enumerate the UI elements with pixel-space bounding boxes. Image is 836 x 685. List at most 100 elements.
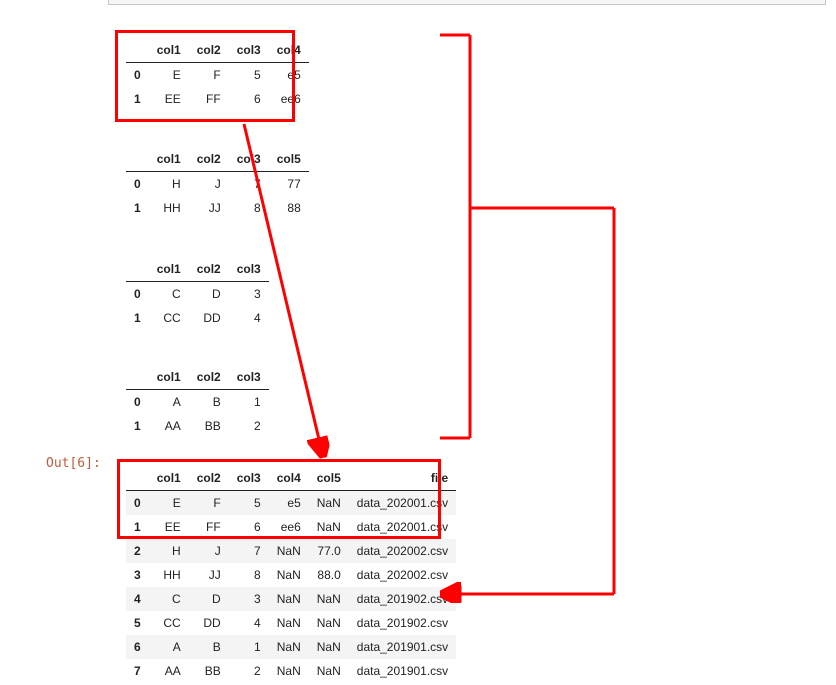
row-index: 3 — [126, 563, 149, 587]
table-row: 3HHJJ8NaN88.0data_202002.csv — [126, 563, 456, 587]
cell: 8 — [229, 563, 269, 587]
cell: BB — [189, 414, 229, 438]
cell: data_201902.csv — [349, 587, 456, 611]
cell: AA — [149, 414, 189, 438]
cell: NaN — [309, 635, 349, 659]
cell: NaN — [269, 563, 309, 587]
cell: D — [189, 282, 229, 307]
row-index-header — [126, 257, 149, 282]
row-index: 2 — [126, 539, 149, 563]
cell: A — [149, 635, 189, 659]
cell: NaN — [309, 587, 349, 611]
cell: 77 — [269, 172, 309, 197]
cell: NaN — [269, 587, 309, 611]
cell: HH — [149, 563, 189, 587]
cell: 2 — [229, 414, 269, 438]
row-index-header — [126, 147, 149, 172]
row-index: 0 — [126, 282, 149, 307]
cell: NaN — [269, 635, 309, 659]
dataframe-table-4: col1col2col30AB11AABB2 — [126, 365, 269, 438]
cell: 77.0 — [309, 539, 349, 563]
row-index: 6 — [126, 635, 149, 659]
cell: data_201902.csv — [349, 611, 456, 635]
cell: DD — [189, 611, 229, 635]
cell: 7 — [229, 172, 269, 197]
cell: 4 — [229, 611, 269, 635]
cell: A — [149, 390, 189, 415]
cell: CC — [149, 306, 189, 330]
cell: 1 — [229, 390, 269, 415]
cell: data_202002.csv — [349, 563, 456, 587]
table-row: 5CCDD4NaNNaNdata_201902.csv — [126, 611, 456, 635]
cell: data_201901.csv — [349, 635, 456, 659]
row-index-header — [126, 365, 149, 390]
col-header: col5 — [269, 147, 309, 172]
dataframe-table-2: col1col2col3col50HJ7771HHJJ888 — [126, 147, 309, 220]
col-header: col3 — [229, 365, 269, 390]
code-cell-partial — [108, 0, 826, 5]
cell: data_202002.csv — [349, 539, 456, 563]
table-row: 6AB1NaNNaNdata_201901.csv — [126, 635, 456, 659]
cell: B — [189, 390, 229, 415]
col-header: col3 — [229, 147, 269, 172]
cell: C — [149, 587, 189, 611]
table-row: 1CCDD4 — [126, 306, 269, 330]
cell: JJ — [189, 563, 229, 587]
row-index: 1 — [126, 414, 149, 438]
row-index: 0 — [126, 390, 149, 415]
cell: 88.0 — [309, 563, 349, 587]
row-index: 5 — [126, 611, 149, 635]
table-row: 1HHJJ888 — [126, 196, 309, 220]
cell: 8 — [229, 196, 269, 220]
row-index: 1 — [126, 306, 149, 330]
row-index: 0 — [126, 172, 149, 197]
cell: DD — [189, 306, 229, 330]
table-row: 7AABB2NaNNaNdata_201901.csv — [126, 659, 456, 683]
row-index: 1 — [126, 196, 149, 220]
col-header: col2 — [189, 147, 229, 172]
cell: 1 — [229, 635, 269, 659]
cell: CC — [149, 611, 189, 635]
cell: B — [189, 635, 229, 659]
cell: AA — [149, 659, 189, 683]
cell: 2 — [229, 659, 269, 683]
annotation-box-output — [117, 459, 441, 539]
table-row: 4CD3NaNNaNdata_201902.csv — [126, 587, 456, 611]
cell: NaN — [269, 539, 309, 563]
row-index: 4 — [126, 587, 149, 611]
cell: J — [189, 172, 229, 197]
cell: H — [149, 539, 189, 563]
table-row: 1AABB2 — [126, 414, 269, 438]
cell: NaN — [309, 659, 349, 683]
col-header: col1 — [149, 257, 189, 282]
cell: J — [189, 539, 229, 563]
cell: D — [189, 587, 229, 611]
cell: 7 — [229, 539, 269, 563]
annotation-box-input — [115, 30, 295, 122]
table-row: 0AB1 — [126, 390, 269, 415]
table-row: 0CD3 — [126, 282, 269, 307]
col-header: col2 — [189, 365, 229, 390]
row-index: 7 — [126, 659, 149, 683]
cell: 3 — [229, 587, 269, 611]
col-header: col1 — [149, 365, 189, 390]
table-row: 2HJ7NaN77.0data_202002.csv — [126, 539, 456, 563]
cell: NaN — [309, 611, 349, 635]
col-header: col2 — [189, 257, 229, 282]
cell: 4 — [229, 306, 269, 330]
cell: 3 — [229, 282, 269, 307]
cell: 88 — [269, 196, 309, 220]
cell: C — [149, 282, 189, 307]
cell: H — [149, 172, 189, 197]
dataframe-table-3: col1col2col30CD31CCDD4 — [126, 257, 269, 330]
cell: HH — [149, 196, 189, 220]
table-row: 0HJ777 — [126, 172, 309, 197]
col-header: col1 — [149, 147, 189, 172]
cell: NaN — [269, 659, 309, 683]
cell: data_201901.csv — [349, 659, 456, 683]
col-header: col3 — [229, 257, 269, 282]
output-label: Out[6]: — [46, 456, 101, 471]
cell: JJ — [189, 196, 229, 220]
cell: NaN — [269, 611, 309, 635]
cell: BB — [189, 659, 229, 683]
